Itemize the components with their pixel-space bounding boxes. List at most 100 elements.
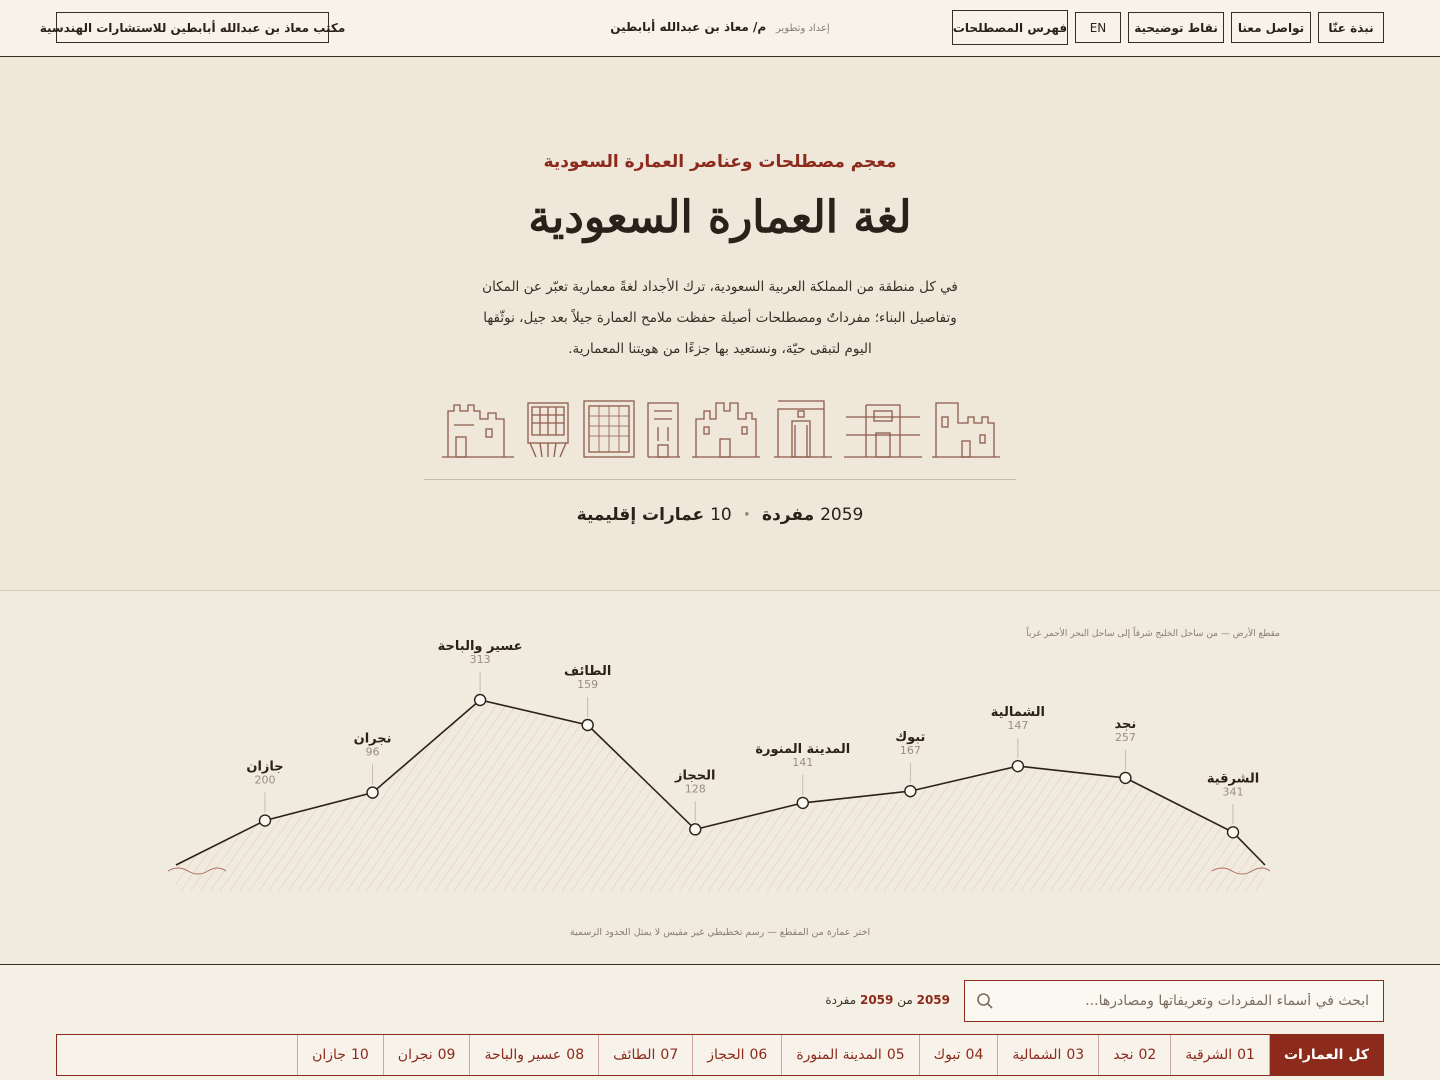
region-marker[interactable]: 141المدينة المنورة [755,742,850,810]
terms-index-button[interactable]: فهرس المصطلحات [952,10,1068,45]
region-tab[interactable]: 08 عسير والباحة [469,1035,598,1075]
profile-hint: اختر عمارة من المقطع — رسم تخطيطي غير مق… [569,927,871,938]
region-tab-label: نجد [1113,1047,1134,1063]
region-tab-label: كل العمارات [1283,1047,1369,1063]
terms-count: 2059 [820,505,864,525]
hero-description-line: وتفاصيل البناء؛ مفرداتٌ ومصطلحات أصيلة ح… [483,310,957,326]
region-tab[interactable]: 10 جازان [297,1035,383,1075]
region-tab-number: 07 [660,1047,679,1063]
regions-label: عمارات إقليمية [576,505,705,525]
building-icon [527,402,569,458]
region-count: 147 [1007,719,1028,732]
region-tab-number: 04 [965,1047,984,1063]
region-marker-dot[interactable] [904,784,917,798]
region-tab-label: الشمالية [1012,1047,1062,1063]
region-count: 313 [470,653,491,666]
region-count: 257 [1115,731,1136,744]
region-marker-dot[interactable] [1119,771,1132,785]
region-marker-dot[interactable] [581,718,594,732]
region-name: الشرقية [1207,771,1259,786]
region-tab[interactable]: 09 نجران [382,1035,470,1075]
nav-about-button[interactable]: نبذة عنّا [1318,12,1384,43]
region-tab-number: 03 [1066,1047,1085,1063]
region-tab-number: 09 [437,1047,456,1063]
region-tab-number: 05 [886,1047,905,1063]
divider [424,479,1016,480]
search-icon[interactable] [965,981,1005,1021]
results-total: 2059 [859,993,894,1007]
hero-description-line: في كل منطقة من المملكة العربية السعودية،… [482,279,958,295]
hero-kicker: معجم مصطلحات وعناصر العمارة السعودية [543,152,897,172]
hero-stats: 2059 مفردة · 10 عمارات إقليمية [0,505,1440,525]
region-tab-label: عسير والباحة [484,1047,562,1063]
region-marker-dot[interactable] [258,814,272,827]
region-name: الشمالية [991,705,1045,720]
region-count: 128 [685,782,706,795]
building-icon [647,402,680,458]
region-tab-number: 06 [749,1047,768,1063]
region-marker[interactable]: 167تبوك [895,730,925,798]
building-icon [442,404,514,458]
region-marker-dot[interactable] [473,693,487,707]
credit-name: م/ معاذ بن عبدالله أبابطين [610,20,767,34]
nav-contact-button[interactable]: تواصل معنا [1231,12,1311,43]
page-title: لغة العمارة السعودية [528,192,912,243]
region-count: 167 [900,744,921,757]
region-marker[interactable]: 147الشمالية [991,705,1045,773]
region-name: الحجاز [674,768,715,783]
terrain-fill [176,700,1265,891]
hero: معجم مصطلحات وعناصر العمارة السعودية لغة… [0,57,1440,591]
region-marker[interactable]: 313عسير والباحة [438,639,523,707]
separator-dot: · [743,505,751,525]
results-count: 2059 من 2059 مفردة [780,993,950,1007]
language-toggle-button[interactable]: EN [1075,12,1121,43]
region-tab-label: الطائف [613,1047,656,1063]
region-tab-number: 02 [1138,1047,1157,1063]
top-bar: نبذة عنّا تواصل معنا نقاط توضيحية EN فهر… [0,0,1440,57]
region-name: الطائف [564,664,611,679]
nav-notes-button[interactable]: نقاط توضيحية [1128,12,1224,43]
region-tab-label: المدينة المنورة [796,1047,882,1063]
region-marker[interactable]: 200جازان [246,760,284,827]
terrain-profile-chart: 341الشرقية 257نجد 147الشمالية 167تبوك 141الم… [167,639,1271,891]
architecture-skyline-illustration [442,400,1000,458]
region-marker-dot[interactable] [796,796,809,810]
regions-count: 10 [710,505,732,525]
results-shown: 2059 [916,993,950,1007]
building-icon [692,402,760,458]
region-tab[interactable]: 01 الشرقية [1170,1035,1269,1075]
region-tab[interactable]: 02 نجد [1098,1035,1170,1075]
credit-prefix: إعداد وتطوير [776,23,830,34]
region-name: عسير والباحة [438,639,523,654]
building-icon [844,404,922,458]
region-name: نجران [354,732,392,747]
search-box [964,980,1384,1022]
credit: إعداد وتطوير م/ معاذ بن عبدالله أبابطين [560,20,880,34]
region-count: 96 [366,746,380,759]
region-tab-label: جازان [312,1047,346,1063]
region-marker[interactable]: 257نجد [1115,717,1137,785]
region-marker-dot[interactable] [366,786,379,799]
region-marker-dot[interactable] [1226,826,1240,839]
region-count: 341 [1223,785,1244,798]
building-icon [774,400,832,458]
region-tab[interactable]: 04 تبوك [918,1035,998,1075]
results-unit: مفردة [825,993,857,1007]
terms-label: مفردة [762,505,815,525]
building-icon [932,402,1000,458]
region-tab[interactable]: 05 المدينة المنورة [781,1035,918,1075]
region-tab[interactable]: كل العمارات [1268,1035,1383,1075]
region-tab-label: الحجاز [707,1047,745,1063]
region-tab[interactable]: 07 الطائف [598,1035,692,1075]
region-tab[interactable]: 03 الشمالية [997,1035,1098,1075]
region-marker-dot[interactable] [689,823,702,836]
search-input[interactable] [1005,981,1383,1021]
region-count: 141 [792,756,813,769]
region-tab[interactable]: 06 الحجاز [692,1035,781,1075]
region-marker-dot[interactable] [1011,759,1025,773]
office-link[interactable]: مكتب معاذ بن عبدالله أبابطين للاستشارات … [40,12,345,43]
results-of: من [897,993,913,1007]
region-name: المدينة المنورة [755,742,850,757]
hero-description: في كل منطقة من المملكة العربية السعودية،… [420,272,1020,365]
region-name: تبوك [895,730,925,745]
